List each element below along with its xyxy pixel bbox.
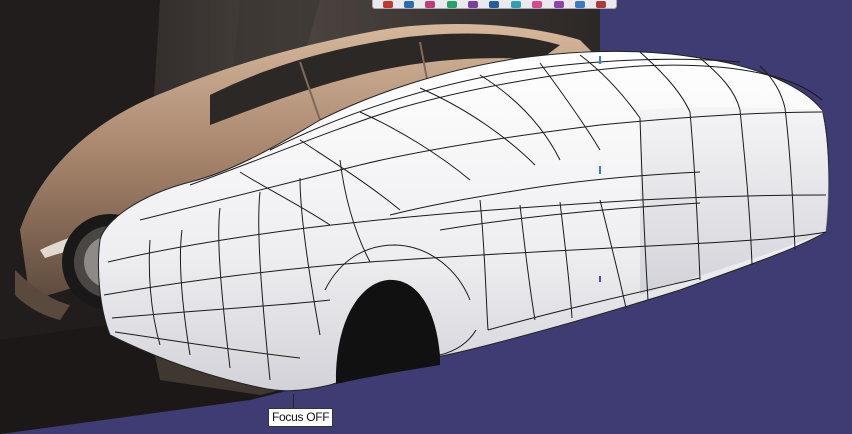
close-icon[interactable] <box>596 0 607 8</box>
turntable-icon[interactable] <box>532 0 543 8</box>
viewport-toolbar <box>372 0 617 9</box>
focus-status-label[interactable]: Focus OFF <box>268 408 334 427</box>
scene-icon[interactable] <box>489 0 500 8</box>
light-icon[interactable] <box>446 0 457 8</box>
render-icon[interactable] <box>382 0 393 8</box>
material-icon[interactable] <box>425 0 436 8</box>
settings-icon[interactable] <box>574 0 585 8</box>
3d-viewport[interactable] <box>0 0 852 434</box>
sphere-icon[interactable] <box>404 0 415 8</box>
camera-icon[interactable] <box>468 0 479 8</box>
focus-pointer <box>293 394 294 408</box>
environment-icon[interactable] <box>510 0 521 8</box>
shading-icon[interactable] <box>553 0 564 8</box>
